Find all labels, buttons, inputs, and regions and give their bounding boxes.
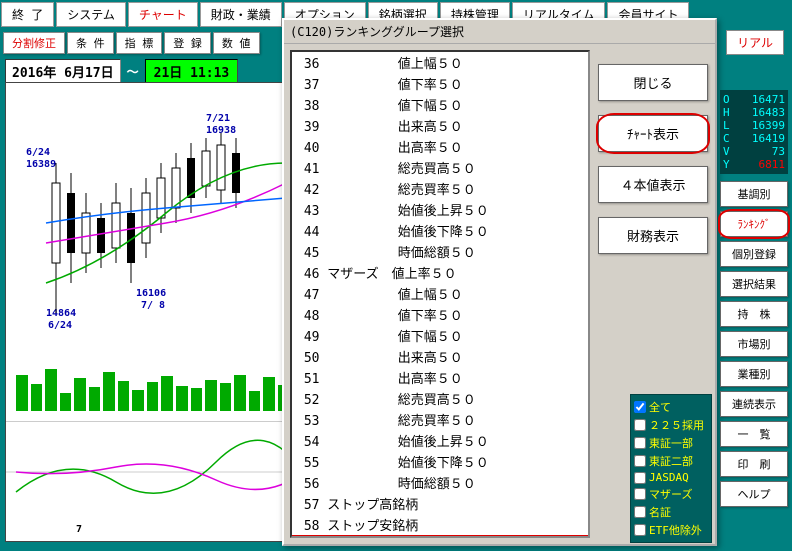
- list-item-38[interactable]: 38 値下幅５０: [292, 94, 588, 115]
- filter-row-6: 名証: [634, 503, 708, 521]
- market-row-L: L16399: [723, 119, 785, 132]
- side-btn-1[interactable]: ﾗﾝｷﾝｸﾞ: [720, 211, 788, 237]
- market-row-H: H16483: [723, 106, 785, 119]
- side-btn-7[interactable]: 連続表示: [720, 391, 788, 417]
- list-item-53[interactable]: 53 総売買率５０: [292, 409, 588, 430]
- close-button[interactable]: 閉じる: [598, 64, 708, 101]
- market-row-O: O16471: [723, 93, 785, 106]
- date-to: 21日 11:13: [145, 59, 239, 84]
- side-btn-2[interactable]: 個別登録: [720, 241, 788, 267]
- toolbar-btn-4[interactable]: 数 値: [213, 32, 260, 54]
- financial-display-button[interactable]: 財務表示: [598, 217, 708, 254]
- toolbar-btn-1[interactable]: 条 件: [67, 32, 114, 54]
- list-item-50[interactable]: 50 出来高５０: [292, 346, 588, 367]
- side-btn-8[interactable]: 一 覧: [720, 421, 788, 447]
- list-item-52[interactable]: 52 総売買高５０: [292, 388, 588, 409]
- market-row-Y: Y6811: [723, 158, 785, 171]
- ohlc-display-button[interactable]: ４本値表示: [598, 166, 708, 203]
- date-from: 2016年 6月17日: [5, 59, 121, 84]
- market-row-C: C16419: [723, 132, 785, 145]
- filter-checkbox-1[interactable]: [634, 419, 646, 431]
- list-item-49[interactable]: 49 値下幅５０: [292, 325, 588, 346]
- filter-checkbox-7[interactable]: [634, 524, 646, 536]
- side-btn-6[interactable]: 業種別: [720, 361, 788, 387]
- right-panel: O16471H16483L16399C16419V73Y6811 基調別 ﾗﾝｷﾝ…: [720, 90, 788, 507]
- filter-checkbox-4[interactable]: [634, 472, 646, 484]
- oscillator-area: [6, 421, 314, 521]
- list-item-57[interactable]: 57 ストップ高銘柄: [292, 493, 588, 514]
- side-btn-9[interactable]: 印 刷: [720, 451, 788, 477]
- tab-2[interactable]: チャート: [128, 2, 198, 27]
- chart-area: 7/21 16938 6/24 16389 16106 7/ 8 14864 6…: [5, 82, 315, 542]
- dialog-title: (C120)ランキンググループ選択: [284, 20, 715, 44]
- filter-label-1: ２２５採用: [649, 417, 704, 433]
- filter-checkbox-5[interactable]: [634, 488, 646, 500]
- tab-0[interactable]: 終 了: [1, 2, 54, 27]
- list-item-36[interactable]: 36 値上幅５０: [292, 52, 588, 73]
- filter-checkbox-6[interactable]: [634, 506, 646, 518]
- list-item-58[interactable]: 58 ストップ安銘柄: [292, 514, 588, 535]
- list-item-55[interactable]: 55 始値後下降５０: [292, 451, 588, 472]
- filter-label-6: 名証: [649, 504, 671, 520]
- tab-3[interactable]: 財政・業績: [200, 2, 282, 27]
- filter-row-5: マザーズ: [634, 485, 708, 503]
- filter-label-4: JASDAQ: [649, 471, 689, 484]
- list-item-51[interactable]: 51 出高率５０: [292, 367, 588, 388]
- filter-row-0: 全て: [634, 398, 708, 416]
- filter-checkbox-0[interactable]: [634, 401, 646, 413]
- list-item-39[interactable]: 39 出来高５０: [292, 115, 588, 136]
- toolbar-btn-0[interactable]: 分割修正: [3, 32, 65, 54]
- filter-checkbox-2[interactable]: [634, 437, 646, 449]
- list-item-56[interactable]: 56 時価総額５０: [292, 472, 588, 493]
- side-btn-3[interactable]: 選択結果: [720, 271, 788, 297]
- side-btn-0[interactable]: 基調別: [720, 181, 788, 207]
- toolbar-btn-3[interactable]: 登 録: [164, 32, 211, 54]
- filter-checkbox-3[interactable]: [634, 455, 646, 467]
- side-btn-10[interactable]: ヘルプ: [720, 481, 788, 507]
- market-data-display: O16471H16483L16399C16419V73Y6811: [720, 90, 788, 174]
- filter-row-7: ETF他除外: [634, 521, 708, 539]
- realtime-button[interactable]: リアル: [726, 30, 784, 55]
- list-item-47[interactable]: 47 値上幅５０: [292, 283, 588, 304]
- filter-row-4: JASDAQ: [634, 470, 708, 485]
- filter-label-3: 東証二部: [649, 453, 693, 469]
- filter-label-5: マザーズ: [649, 486, 692, 502]
- filter-row-2: 東証一部: [634, 434, 708, 452]
- list-item-42[interactable]: 42 総売買率５０: [292, 178, 588, 199]
- side-btn-5[interactable]: 市場別: [720, 331, 788, 357]
- market-filter-checkboxes: 全て ２２５採用東証一部東証二部 JASDAQ マザーズ名証 ETF他除外: [630, 394, 712, 543]
- filter-label-7: ETF他除外: [649, 522, 702, 538]
- tab-1[interactable]: システム: [56, 2, 126, 27]
- chart-display-button[interactable]: ﾁｬｰﾄ表示: [598, 115, 708, 152]
- ranking-listbox[interactable]: 36 値上幅５０ 37 値下率５０ 38 値下幅５０ 39 出来高５０ 40 出…: [290, 50, 590, 538]
- side-btn-4[interactable]: 持 株: [720, 301, 788, 327]
- filter-row-1: ２２５採用: [634, 416, 708, 434]
- filter-row-3: 東証二部: [634, 452, 708, 470]
- list-item-41[interactable]: 41 総売買高５０: [292, 157, 588, 178]
- list-item-40[interactable]: 40 出高率５０: [292, 136, 588, 157]
- market-row-V: V73: [723, 145, 785, 158]
- volume-bars: [16, 351, 304, 411]
- x-axis-label: 7: [76, 524, 82, 535]
- list-item-59[interactable]: 59 新高値銘柄: [292, 535, 588, 538]
- list-item-54[interactable]: 54 始値後上昇５０: [292, 430, 588, 451]
- list-item-37[interactable]: 37 値下率５０: [292, 73, 588, 94]
- candlestick-chart: [6, 83, 314, 343]
- list-item-44[interactable]: 44 始値後下降５０: [292, 220, 588, 241]
- list-item-43[interactable]: 43 始値後上昇５０: [292, 199, 588, 220]
- filter-label-2: 東証一部: [649, 435, 693, 451]
- list-item-48[interactable]: 48 値下率５０: [292, 304, 588, 325]
- filter-label-0: 全て: [649, 399, 671, 415]
- list-item-46[interactable]: 46 マザーズ 値上率５０: [292, 262, 588, 283]
- toolbar-btn-2[interactable]: 指 標: [116, 32, 163, 54]
- tilde: ～: [127, 63, 139, 80]
- list-item-45[interactable]: 45 時価総額５０: [292, 241, 588, 262]
